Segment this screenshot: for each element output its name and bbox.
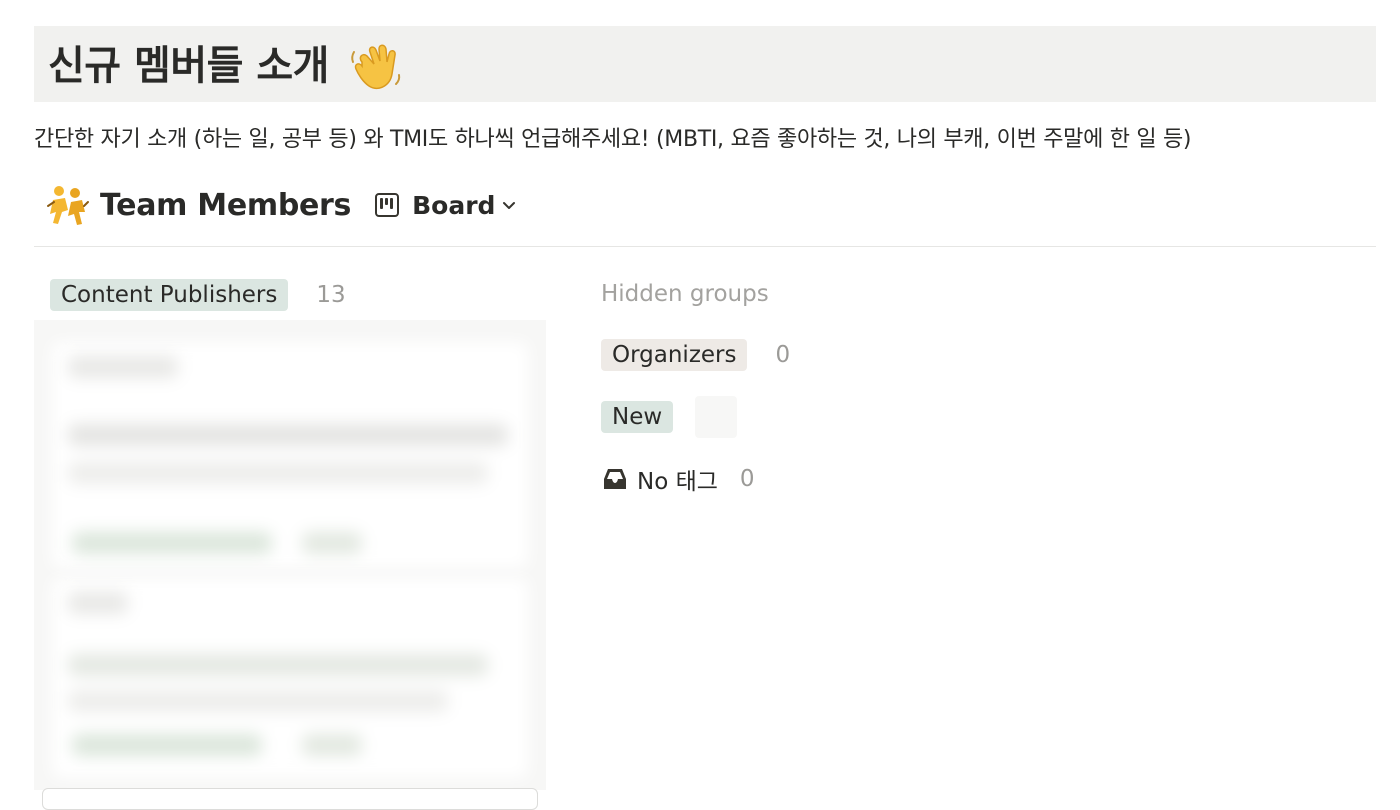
group-count: 13	[316, 282, 346, 308]
group-header-content-publishers[interactable]: Content Publishers 13	[50, 279, 346, 311]
hidden-groups-label: Hidden groups	[601, 281, 769, 307]
group-tag: New	[601, 401, 674, 433]
group-count: 0	[739, 466, 755, 492]
view-switcher[interactable]: Board	[375, 191, 517, 220]
waving-hand-icon	[351, 44, 401, 89]
board-column	[34, 320, 546, 790]
hidden-groups-section: Hidden groups Organizers 0 New No 태그 0	[601, 281, 790, 495]
page-title-text: 신규 멤버들 소개	[48, 42, 329, 89]
team-members-icon	[47, 186, 89, 225]
header-divider	[34, 246, 1376, 247]
board-card[interactable]	[42, 788, 538, 810]
hidden-group-no-tag[interactable]: No 태그 0	[601, 462, 755, 496]
page-title-bar: 신규 멤버들 소개	[34, 26, 1376, 102]
inbox-icon	[604, 469, 626, 489]
hidden-group-organizers[interactable]: Organizers 0	[601, 339, 790, 371]
page-title[interactable]: 신규 멤버들 소개	[48, 33, 404, 96]
chevron-down-icon	[503, 202, 516, 209]
group-tag: Organizers	[601, 339, 748, 371]
group-tag: Content Publishers	[50, 279, 289, 311]
board-card[interactable]	[52, 342, 528, 568]
hidden-group-new[interactable]: New	[601, 396, 738, 438]
view-label: Board	[412, 190, 496, 220]
database-header: Team Members Board	[44, 180, 517, 230]
board-card[interactable]	[52, 578, 528, 778]
page-description: 간단한 자기 소개 (하는 일, 공부 등) 와 TMI도 하나씩 언급해주세요…	[34, 127, 1192, 152]
group-label: No 태그	[637, 469, 718, 495]
board-icon	[375, 193, 400, 217]
group-count-placeholder	[695, 396, 738, 438]
group-count: 0	[775, 342, 791, 368]
database-title[interactable]: Team Members	[100, 188, 351, 223]
